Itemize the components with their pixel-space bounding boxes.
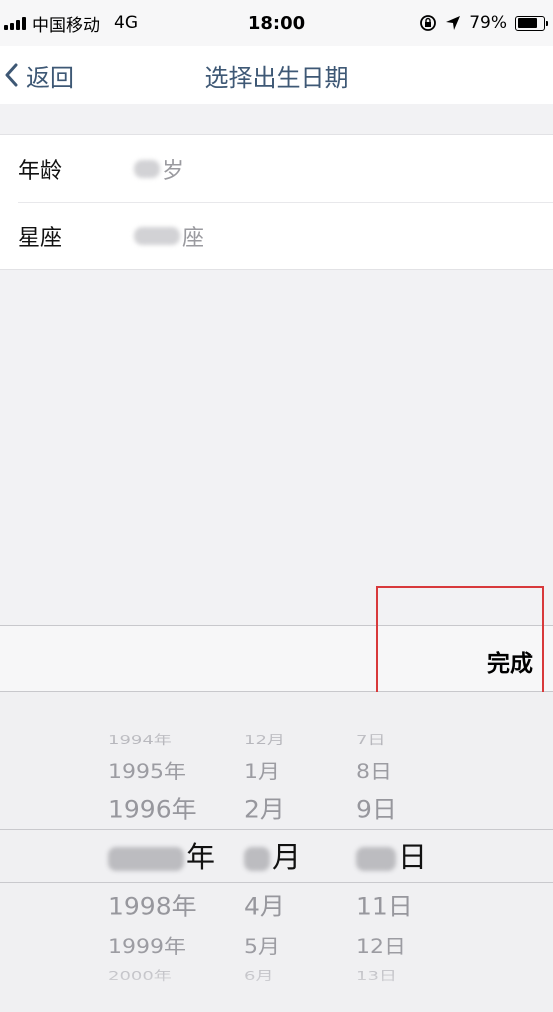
day-option[interactable]: 日 <box>356 834 446 876</box>
month-option[interactable]: 6月 <box>244 966 334 984</box>
day-option-label: 12日 <box>356 936 406 959</box>
selection-line-top <box>0 829 553 830</box>
zodiac-value: 座 <box>134 220 204 252</box>
day-option[interactable]: 8日 <box>356 756 446 784</box>
back-button[interactable]: 返回 <box>4 58 74 93</box>
year-option[interactable]: 1994年 <box>108 730 228 748</box>
year-option-label: 1994年 <box>108 732 172 748</box>
age-row: 年龄 岁 <box>0 135 553 202</box>
day-option[interactable]: 12日 <box>356 931 446 959</box>
year-option[interactable]: 2000年 <box>108 966 228 984</box>
chevron-left-icon <box>5 63 18 87</box>
network-type: 4G <box>114 13 138 33</box>
year-option-label: 年 <box>186 840 216 874</box>
date-picker[interactable]: 1994年 1995年 1996年年 1998年 1999年 2000年 12月 1月 2月月… <box>0 692 553 1012</box>
year-option[interactable]: 1999年 <box>108 931 228 959</box>
redacted-age <box>134 159 160 178</box>
zodiac-row: 星座 座 <box>0 202 553 269</box>
year-option-label: 1999年 <box>108 936 186 959</box>
day-option[interactable]: 7日 <box>356 730 446 748</box>
day-option-label: 9日 <box>356 795 397 824</box>
rotation-lock-icon <box>420 15 437 31</box>
month-option[interactable]: 月 <box>244 834 334 876</box>
month-option-label: 4月 <box>244 892 285 921</box>
year-option[interactable]: 年 <box>108 834 228 876</box>
page-title: 选择出生日期 <box>204 63 349 92</box>
year-option[interactable]: 1998年 <box>108 888 228 923</box>
day-option-label: 7日 <box>356 732 386 748</box>
year-option-label: 1998年 <box>108 892 197 921</box>
month-option-label: 2月 <box>244 795 285 824</box>
day-option[interactable]: 13日 <box>356 966 446 984</box>
month-option-label: 1月 <box>244 761 280 784</box>
age-label: 年龄 <box>18 158 63 184</box>
month-option[interactable]: 2月 <box>244 791 334 826</box>
age-value: 岁 <box>134 153 184 185</box>
year-option[interactable]: 1995年 <box>108 756 228 784</box>
month-option-label: 6月 <box>244 968 274 984</box>
month-option-label: 5月 <box>244 936 280 959</box>
day-option-label: 11日 <box>356 892 413 921</box>
back-label: 返回 <box>26 63 74 92</box>
month-option[interactable]: 1月 <box>244 756 334 784</box>
year-option-label: 2000年 <box>108 968 172 984</box>
carrier-name: 中国移动 <box>32 15 100 36</box>
redacted-selection <box>356 847 396 871</box>
zodiac-unit: 座 <box>182 225 205 251</box>
year-option-label: 1995年 <box>108 761 186 784</box>
day-option[interactable]: 11日 <box>356 888 446 923</box>
battery-icon <box>515 15 548 31</box>
zodiac-label: 星座 <box>18 225 63 251</box>
month-option[interactable]: 12月 <box>244 730 334 748</box>
battery-percent: 79% <box>469 13 507 33</box>
age-unit: 岁 <box>162 158 185 184</box>
month-option-label: 12月 <box>244 732 285 748</box>
month-option[interactable]: 5月 <box>244 931 334 959</box>
location-arrow-icon <box>446 16 461 30</box>
status-bar: 中国移动 4G 18:00 79% <box>0 0 553 46</box>
year-option-label: 1996年 <box>108 795 197 824</box>
month-option[interactable]: 4月 <box>244 888 334 923</box>
year-option[interactable]: 1996年 <box>108 791 228 826</box>
nav-bar: 返回 选择出生日期 <box>0 46 553 104</box>
day-option-label: 日 <box>398 840 428 874</box>
redacted-selection <box>244 847 270 871</box>
redacted-selection <box>108 847 184 871</box>
day-option-label: 13日 <box>356 968 397 984</box>
selection-line-bottom <box>0 882 553 883</box>
redacted-zodiac <box>134 226 180 245</box>
day-option-label: 8日 <box>356 761 392 784</box>
year-column[interactable]: 1994年 1995年 1996年年 1998年 1999年 2000年 <box>108 692 228 1012</box>
signal-icon <box>4 16 26 30</box>
day-column[interactable]: 7日 8日 9日日 11日 12日 13日 <box>356 692 446 1012</box>
month-option-label: 月 <box>272 840 302 874</box>
month-column[interactable]: 12月 1月 2月月 4月 5月 6月 <box>244 692 334 1012</box>
day-option[interactable]: 9日 <box>356 791 446 826</box>
info-list: 年龄 岁 星座 座 <box>0 134 553 270</box>
